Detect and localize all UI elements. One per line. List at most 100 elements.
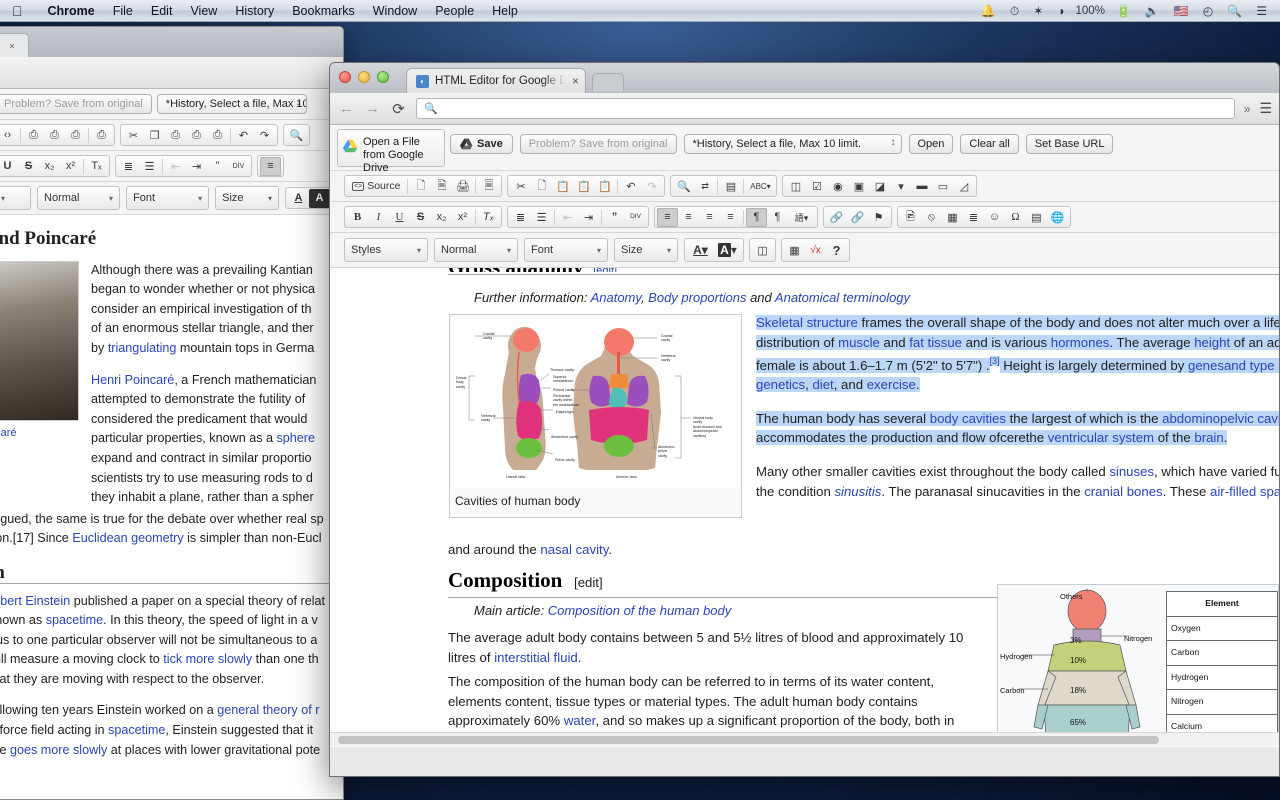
address-bar[interactable]: 🔍	[416, 98, 1235, 119]
input-flag-icon[interactable]: 🇺🇸	[1167, 0, 1196, 22]
clock-icon[interactable]: ◴	[1196, 0, 1220, 22]
rear-article-link[interactable]: sphere	[277, 431, 316, 445]
article-link[interactable]: and	[1223, 357, 1250, 373]
article-link[interactable]: body cavities	[929, 410, 1006, 426]
rear-paste-icon[interactable]: ⎙	[165, 126, 186, 145]
rear-tab[interactable]: ×	[0, 33, 29, 57]
select-all-icon[interactable]: ▤	[720, 177, 741, 196]
browser-tab-html-editor[interactable]: ◐ HTML Editor for Google Dri ×	[406, 68, 586, 93]
article-link[interactable]: exercise	[866, 377, 916, 393]
article-link[interactable]: hormones	[1050, 334, 1110, 350]
create-div-icon[interactable]: DIV	[625, 208, 646, 227]
article-link[interactable]: nasal cavity	[540, 542, 608, 557]
article-link[interactable]: height	[1194, 334, 1231, 350]
bookmarks-overflow-icon[interactable]: »	[1244, 102, 1251, 116]
rear-article-link[interactable]: general theory of r	[217, 703, 319, 717]
bold-icon[interactable]: B	[347, 208, 368, 227]
checkbox-icon[interactable]: ☑	[806, 177, 827, 196]
menu-item-help[interactable]: Help	[483, 0, 527, 22]
print-icon[interactable]: 🖨	[452, 177, 473, 196]
rear-print-icon[interactable]: ⎙	[65, 126, 86, 145]
copy-icon[interactable]: 🗋	[531, 177, 552, 196]
special-character-icon[interactable]: Ω	[1005, 208, 1026, 227]
smiley-icon[interactable]: ☺	[984, 208, 1005, 227]
save-button[interactable]: Save	[450, 134, 513, 154]
maximize-window-button[interactable]	[377, 71, 389, 83]
link-icon[interactable]: 🔗	[826, 208, 847, 227]
rear-subscript-icon[interactable]: x₂	[39, 157, 60, 176]
size-combo[interactable]: Size ▾	[614, 238, 678, 262]
composition-edit-link[interactable]: [edit]	[574, 575, 603, 590]
article-link[interactable]: sinuses	[1109, 464, 1154, 479]
undo-icon[interactable]: ↶	[620, 177, 641, 196]
rear-article-link[interactable]: Henri Poincaré	[91, 373, 174, 387]
hatnote-link-anatomy[interactable]: Anatomy	[591, 290, 641, 305]
outdent-icon[interactable]: ⇤	[557, 208, 578, 227]
back-button[interactable]: ←	[338, 100, 355, 117]
rear-article-link[interactable]: Euclidean geometry	[72, 531, 183, 545]
menu-item-edit[interactable]: Edit	[142, 0, 182, 22]
horizontal-scrollbar[interactable]	[330, 732, 1279, 746]
section-edit-link[interactable]: [edit]	[593, 268, 617, 272]
article-link[interactable]: Skeletal structure	[756, 315, 858, 330]
article-link[interactable]: brain	[1194, 430, 1224, 446]
rear-font-combo[interactable]: Font ▾	[126, 186, 210, 210]
article-link[interactable]: diet	[812, 377, 834, 393]
volume-icon[interactable]: 🔈	[1138, 0, 1167, 22]
unlink-icon[interactable]: 🔗	[847, 208, 868, 227]
rear-cut-icon[interactable]: ✂	[123, 126, 144, 145]
menu-item-people[interactable]: People	[426, 0, 483, 22]
window-controls[interactable]	[339, 71, 389, 83]
flash-icon[interactable]: ⦸	[921, 208, 942, 227]
align-center-icon[interactable]: ≡	[678, 208, 699, 227]
close-window-button[interactable]	[339, 71, 351, 83]
remove-format-icon[interactable]: Tₓ	[478, 208, 499, 227]
problem-save-from-original-button[interactable]: Problem? Save from original	[519, 134, 677, 154]
language-icon[interactable]: 語▾	[788, 208, 815, 227]
chrome-browser-window[interactable]: ◐ HTML Editor for Google Dri × ← → ⟳ 🔍 »…	[329, 62, 1280, 777]
rear-copy-icon[interactable]: ❐	[144, 126, 165, 145]
cut-icon[interactable]: ✂	[510, 177, 531, 196]
rear-article-link[interactable]: Albert Einstein	[0, 594, 70, 608]
menu-item-window[interactable]: Window	[364, 0, 426, 22]
open-file-from-google-drive-button[interactable]: Open a File from Google Drive	[337, 129, 445, 174]
strike-icon[interactable]: S	[410, 208, 431, 227]
spotlight-search-icon[interactable]: 🔍	[1220, 0, 1249, 22]
underline-icon[interactable]: U	[389, 208, 410, 227]
rear-history-select[interactable]: *History, Select a file, Max 10 limit.	[156, 94, 307, 114]
rear-strike-icon[interactable]: S	[18, 157, 39, 176]
forward-button[interactable]: →	[364, 100, 381, 117]
italic-icon[interactable]: I	[368, 208, 389, 227]
time-machine-icon[interactable]: ⏱	[1003, 0, 1026, 22]
article-link[interactable]: [3]	[989, 356, 1000, 367]
menu-item-file[interactable]: File	[104, 0, 142, 22]
button-icon[interactable]: ▬	[911, 177, 932, 196]
preview-icon[interactable]: 🗎	[431, 177, 452, 196]
align-left-icon[interactable]: ≡	[657, 207, 678, 227]
text-field-icon[interactable]: ▣	[848, 177, 869, 196]
chrome-menu-icon[interactable]: ☰	[1259, 100, 1272, 117]
rear-superscript-icon[interactable]: x²	[60, 157, 81, 176]
radio-button-icon[interactable]: ◉	[827, 177, 848, 196]
image-icon[interactable]: 🖻	[900, 208, 921, 227]
rear-outdent-icon[interactable]: ⇤	[165, 157, 186, 176]
superscript-icon[interactable]: x²	[452, 208, 473, 227]
page-break-icon[interactable]: ▤	[1026, 208, 1047, 227]
source-button[interactable]: <> Source	[347, 177, 405, 196]
article-link[interactable]: genetics	[756, 377, 806, 393]
wifi-icon[interactable]: ◑	[1050, 0, 1071, 22]
qrcode-icon[interactable]: ▦	[784, 241, 805, 260]
find-icon[interactable]: 🔍	[673, 177, 694, 196]
numbered-list-icon[interactable]: ≣	[510, 208, 531, 227]
help-icon[interactable]: ?	[826, 241, 847, 260]
align-right-icon[interactable]: ≡	[699, 208, 720, 227]
rear-styles-combo[interactable]: ▾	[0, 186, 32, 210]
rear-remove-format-icon[interactable]: Tₓ	[86, 157, 107, 176]
new-tab-button[interactable]	[592, 73, 624, 91]
templates-icon[interactable]: 🗏	[478, 177, 499, 196]
rear-underline-icon[interactable]: U	[0, 157, 18, 176]
menu-item-bookmarks[interactable]: Bookmarks	[283, 0, 364, 22]
rear-align-left-icon[interactable]: ≡	[260, 156, 281, 176]
indent-icon[interactable]: ⇥	[578, 208, 599, 227]
rear-indent-icon[interactable]: ⇥	[186, 157, 207, 176]
